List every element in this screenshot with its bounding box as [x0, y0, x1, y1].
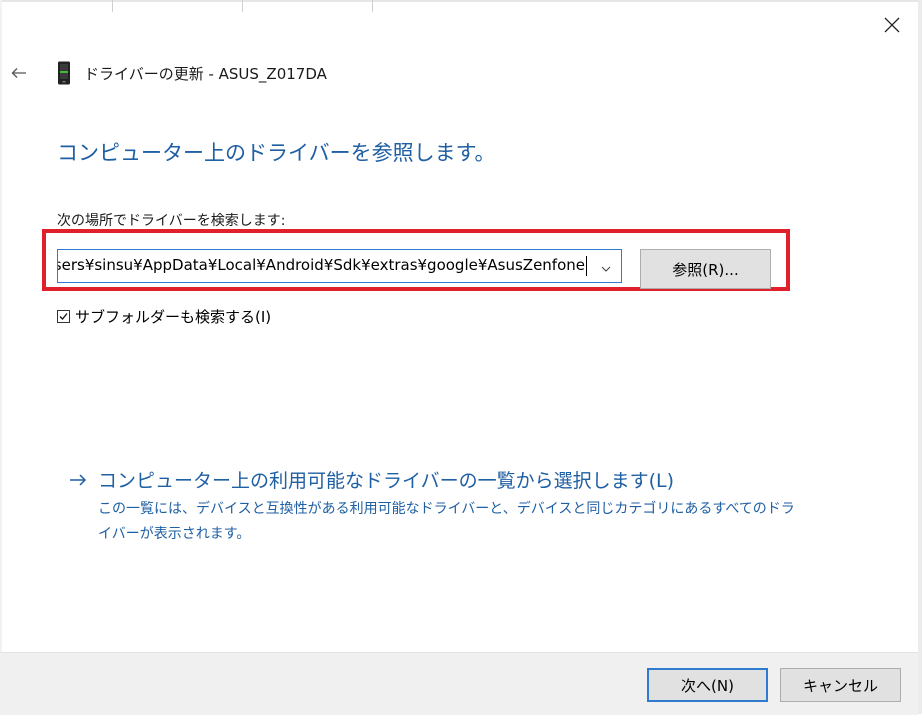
window-top-border	[0, 0, 922, 2]
checkmark-icon	[59, 313, 68, 320]
pick-from-list-label[interactable]: コンピューター上の利用可能なドライバーの一覧から選択します(L)	[98, 466, 674, 493]
browse-button[interactable]: 参照(R)...	[640, 249, 771, 289]
checkbox-box[interactable]	[57, 310, 70, 323]
window-title: ドライバーの更新 - ASUS_Z017DA	[84, 65, 327, 83]
background-divider	[112, 0, 113, 12]
back-arrow-icon	[11, 64, 27, 83]
close-icon	[884, 17, 900, 37]
arrow-right-icon	[66, 469, 90, 491]
text-caret	[586, 256, 587, 276]
dropdown-button[interactable]	[591, 250, 621, 282]
driver-path-combobox[interactable]: C:¥Users¥sinsu¥AppData¥Local¥Android¥Sdk…	[57, 249, 622, 283]
phone-device-icon	[57, 61, 71, 85]
background-divider	[242, 0, 243, 12]
background-divider	[372, 0, 373, 12]
back-button[interactable]	[6, 60, 32, 86]
pick-from-list-description: この一覧には、デバイスと互換性がある利用可能なドライバーと、デバイスと同じカテゴ…	[98, 501, 795, 542]
window-left-border	[0, 0, 2, 714]
search-location-label: 次の場所でドライバーを検索します:	[57, 213, 286, 229]
include-subfolders-label: サブフォルダーも検索する(I)	[75, 308, 272, 326]
close-button[interactable]	[872, 10, 912, 44]
include-subfolders-checkbox[interactable]: サブフォルダーも検索する(I)	[57, 306, 271, 327]
window-right-border	[918, 0, 922, 714]
chevron-down-icon	[601, 257, 611, 276]
next-button[interactable]: 次へ(N)	[647, 668, 768, 702]
page-heading: コンピューター上のドライバーを参照します。	[57, 141, 496, 165]
pick-from-list-link[interactable]: コンピューター上の利用可能なドライバーの一覧から選択します(L)	[66, 466, 674, 493]
cancel-button[interactable]: キャンセル	[780, 668, 901, 702]
driver-path-value: C:¥Users¥sinsu¥AppData¥Local¥Android¥Sdk…	[57, 256, 585, 274]
